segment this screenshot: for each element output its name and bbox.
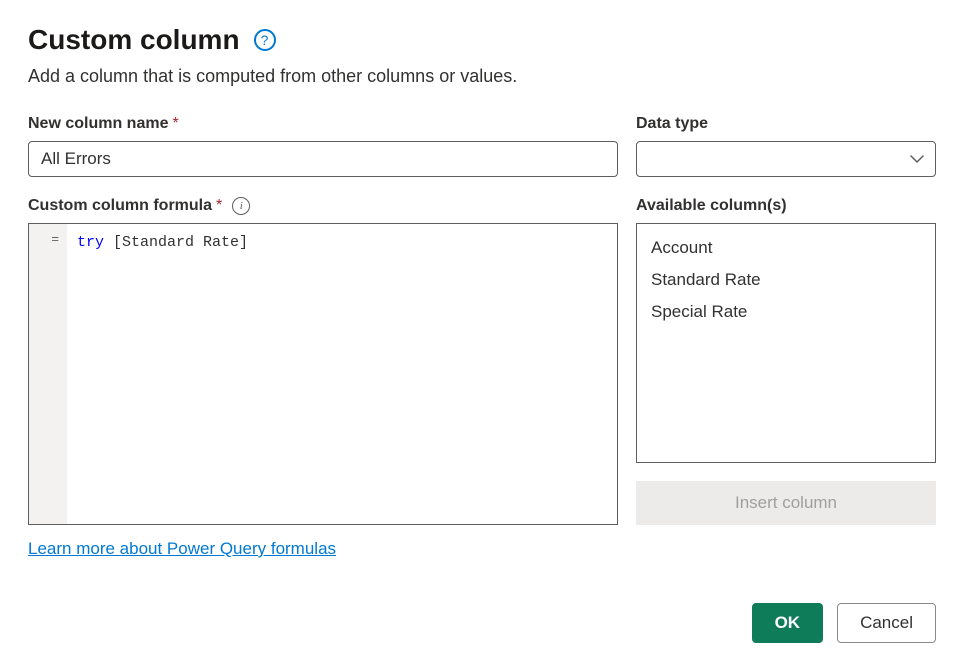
insert-column-button[interactable]: Insert column [636, 481, 936, 525]
available-section: Available column(s) Account Standard Rat… [636, 197, 936, 525]
datatype-select[interactable] [636, 141, 936, 177]
list-item[interactable]: Account [637, 232, 935, 264]
available-label: Available column(s) [636, 197, 936, 215]
list-item[interactable]: Standard Rate [637, 264, 935, 296]
learn-more-link[interactable]: Learn more about Power Query formulas [28, 539, 336, 558]
datatype-select-wrapper [636, 141, 936, 177]
right-column: Data type Available column(s) Account St… [636, 115, 936, 559]
column-name-label: New column name * [28, 115, 618, 133]
available-label-text: Available column(s) [636, 197, 787, 215]
available-columns-list[interactable]: Account Standard Rate Special Rate [636, 223, 936, 463]
dialog-title: Custom column [28, 24, 240, 56]
formula-label-text: Custom column formula [28, 197, 212, 215]
equals-sign: = [51, 232, 59, 524]
formula-content[interactable]: try [Standard Rate] [67, 224, 617, 524]
formula-label: Custom column formula * [28, 197, 222, 215]
formula-keyword-try: try [77, 234, 104, 251]
column-name-input[interactable] [28, 141, 618, 177]
learn-more-row: Learn more about Power Query formulas [28, 539, 618, 559]
left-column: New column name * Custom column formula … [28, 115, 618, 559]
list-item[interactable]: Special Rate [637, 296, 935, 328]
formula-label-row: Custom column formula * i [28, 197, 618, 215]
dialog-footer: OK Cancel [752, 603, 936, 643]
dialog-header: Custom column ? [28, 24, 936, 56]
dialog-subtitle: Add a column that is computed from other… [28, 66, 936, 87]
formula-section: Custom column formula * i = try [Standar… [28, 197, 618, 525]
required-marker: * [172, 115, 178, 133]
datatype-label-text: Data type [636, 115, 708, 133]
formula-gutter: = [29, 224, 67, 524]
ok-button[interactable]: OK [752, 603, 824, 643]
datatype-label: Data type [636, 115, 936, 133]
formula-editor[interactable]: = try [Standard Rate] [28, 223, 618, 525]
required-marker: * [216, 197, 222, 215]
info-icon[interactable]: i [232, 197, 250, 215]
help-icon[interactable]: ? [254, 29, 276, 51]
main-content: New column name * Custom column formula … [28, 115, 936, 559]
column-name-label-text: New column name [28, 115, 168, 133]
cancel-button[interactable]: Cancel [837, 603, 936, 643]
formula-rest: [Standard Rate] [104, 234, 248, 251]
